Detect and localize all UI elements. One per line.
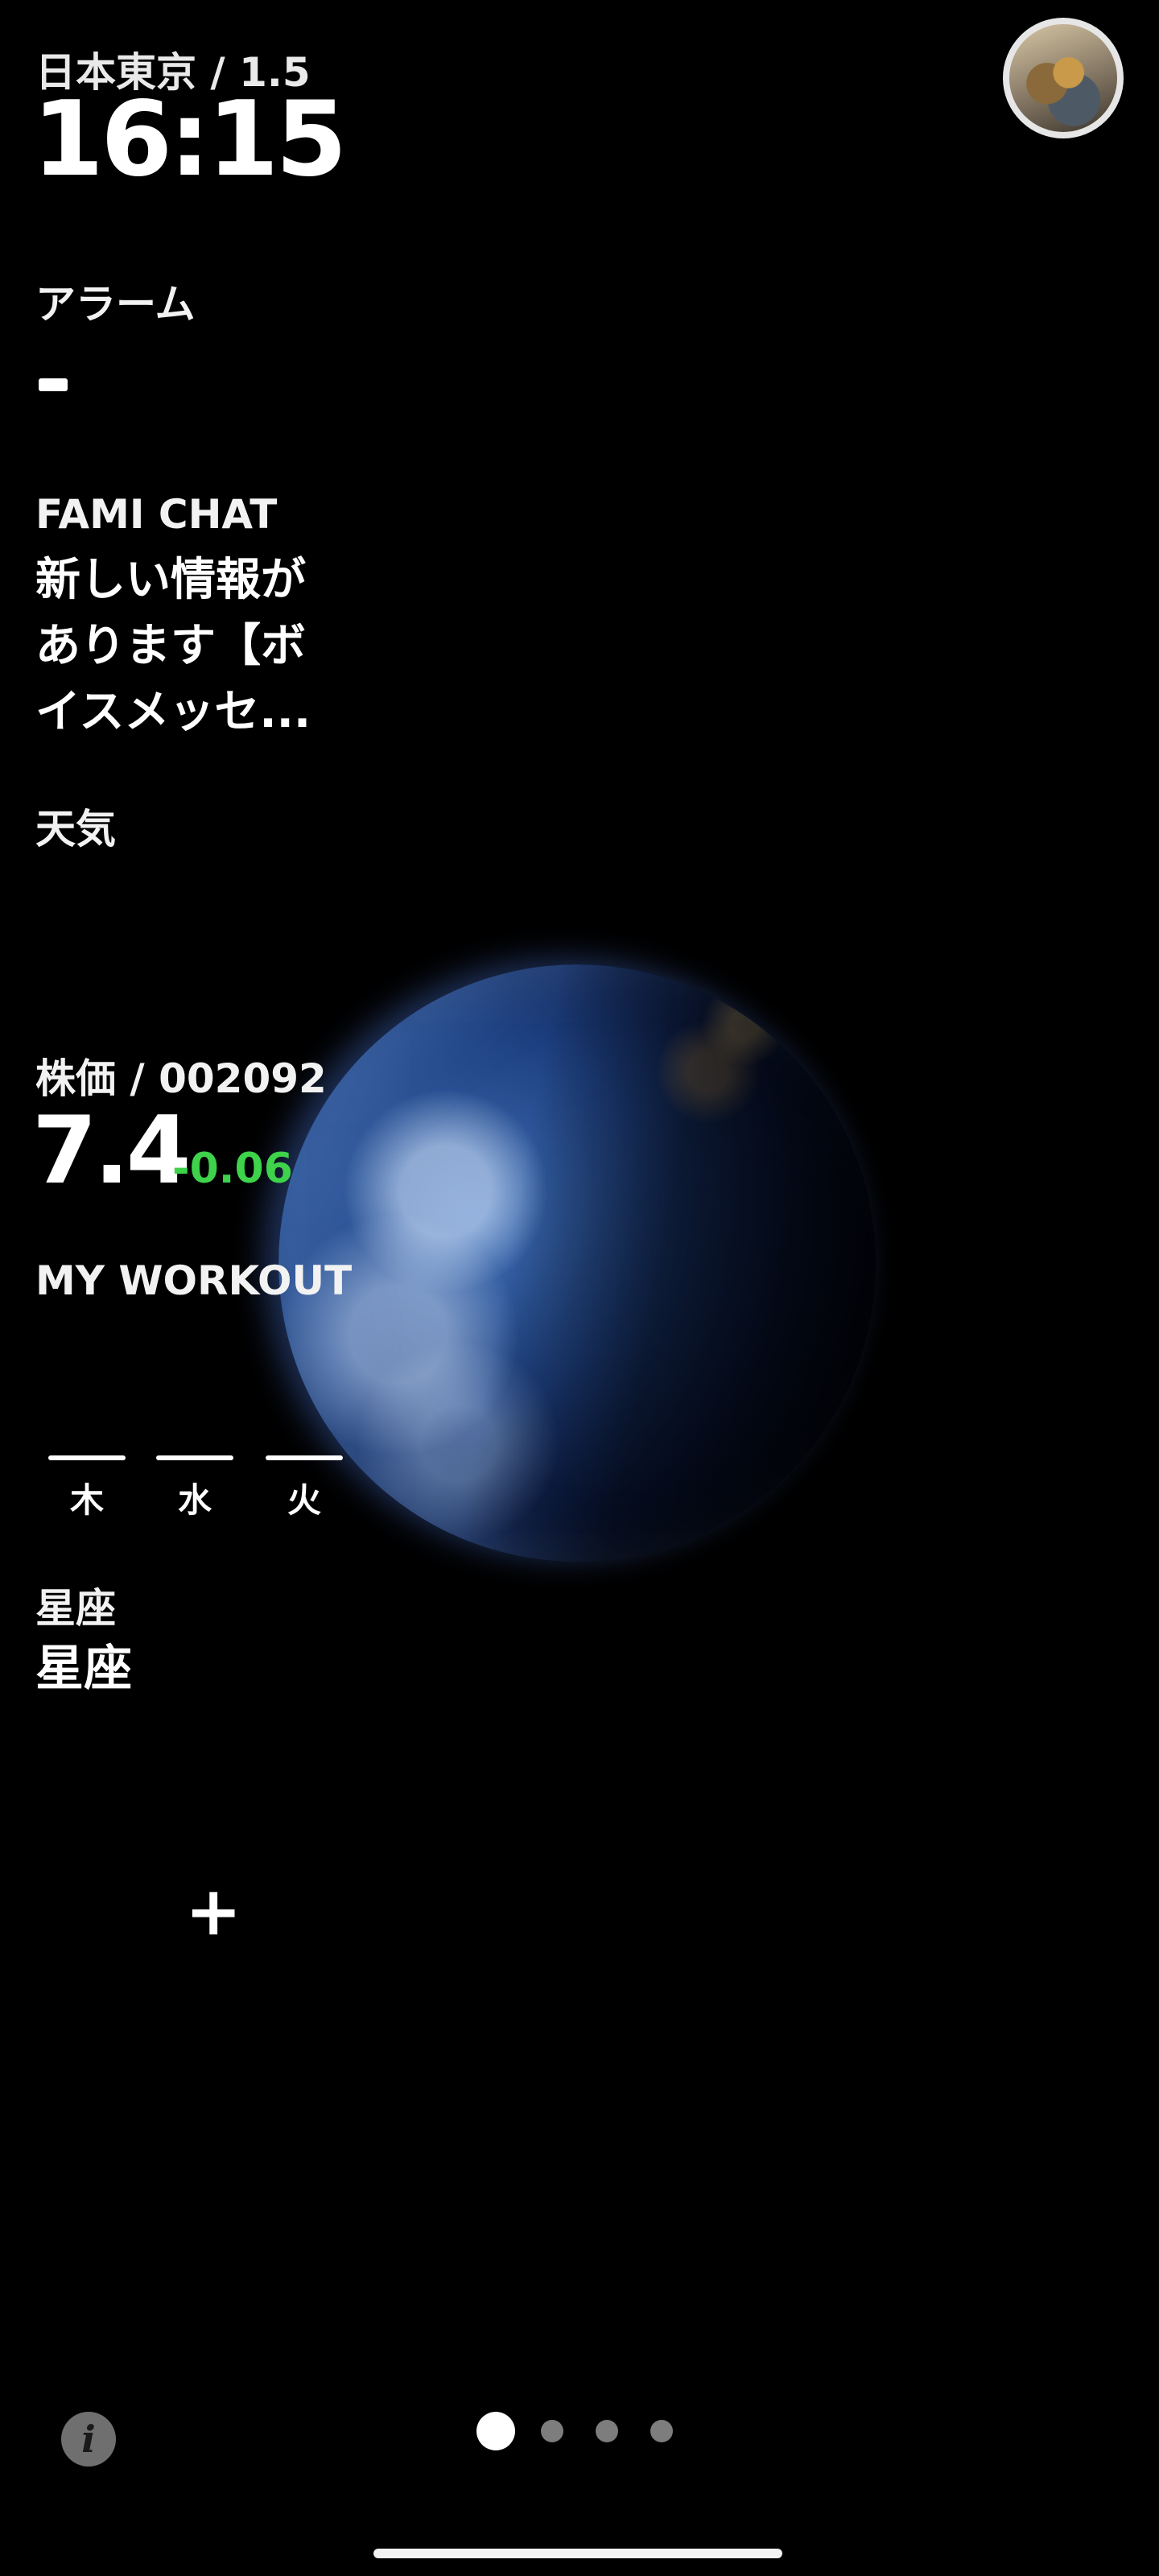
chat-label[interactable]: FAMI CHAT (35, 491, 277, 538)
page-indicator-dot-active[interactable] (476, 2412, 515, 2450)
weather-label[interactable]: 天気 (35, 797, 116, 855)
workout-bar (48, 1455, 126, 1460)
workout-bar (266, 1455, 343, 1460)
add-widget-button[interactable]: + (185, 1877, 241, 1945)
stock-price: 7.4 (32, 1096, 191, 1205)
zodiac-label[interactable]: 星座 (35, 1576, 116, 1634)
workout-day: 木 (69, 1480, 104, 1520)
alarm-label[interactable]: アラーム (35, 272, 196, 330)
workout-day: 火 (287, 1480, 321, 1520)
page-indicator-dot[interactable] (541, 2420, 563, 2442)
page-indicator-dot[interactable] (596, 2420, 618, 2442)
chat-message-line: イスメッセ... (35, 686, 311, 738)
workout-label[interactable]: MY WORKOUT (35, 1257, 352, 1304)
avatar[interactable] (1003, 18, 1124, 138)
info-icon[interactable]: i (61, 2412, 116, 2467)
clock-time: 16:15 (32, 80, 347, 200)
chat-message-line: あります【ボ (35, 620, 306, 672)
home-indicator[interactable] (373, 2549, 782, 2558)
workout-bar (156, 1455, 233, 1460)
page-indicator-dot[interactable] (650, 2420, 673, 2442)
zodiac-value: 星座 (35, 1641, 132, 1697)
chat-message-line: 新しい情報が (35, 554, 306, 606)
chat-message[interactable]: 新しい情報が あります【ボ イスメッセ... (35, 547, 357, 745)
earth-night-shadow (278, 964, 876, 1562)
stock-change: -0.06 (172, 1145, 293, 1193)
workout-day: 水 (177, 1480, 212, 1520)
alarm-value (39, 378, 68, 391)
